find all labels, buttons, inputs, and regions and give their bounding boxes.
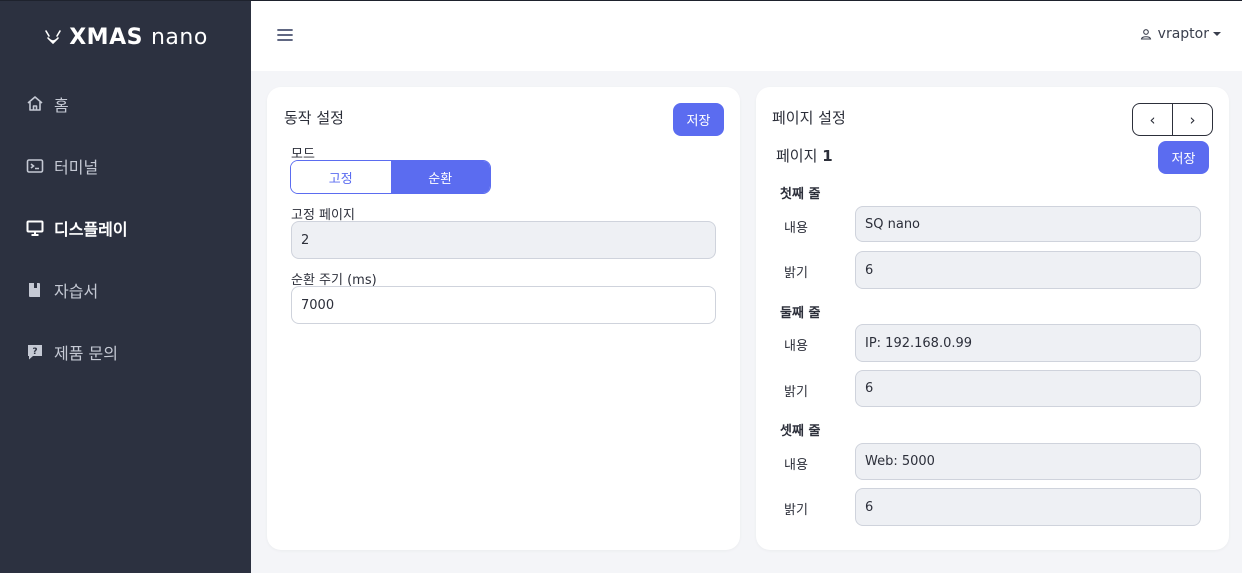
sidebar-item-label: 홈 (54, 96, 69, 115)
card-title: 페이지 설정 (772, 109, 846, 127)
book-icon (26, 281, 44, 299)
mode-option-fixed[interactable]: 고정 (291, 161, 391, 193)
sidebar-item-inquiry[interactable]: ? 제품 문의 (0, 321, 251, 383)
line-3-title: 셋째 줄 (780, 424, 821, 439)
user-name: vraptor (1157, 26, 1209, 42)
line-1-title: 첫째 줄 (780, 187, 821, 202)
sidebar-item-label: 제품 문의 (54, 344, 118, 363)
svg-text:?: ? (32, 347, 37, 357)
next-page-button[interactable]: › (1172, 104, 1212, 135)
chevron-right-icon: › (1189, 110, 1196, 129)
sidebar-item-tutorial[interactable]: 자습서 (0, 259, 251, 321)
chevron-down-icon (1213, 32, 1221, 36)
line-2-content-field[interactable] (855, 324, 1201, 362)
save-page-button[interactable]: 저장 (1158, 141, 1209, 174)
line-3-brightness-label: 밝기 (784, 503, 808, 518)
sidebar-item-label: 자습서 (54, 282, 99, 301)
line-3-brightness-field[interactable] (855, 488, 1201, 526)
line-2-brightness-field[interactable] (855, 370, 1201, 407)
prev-page-button[interactable]: ‹ (1133, 104, 1172, 135)
line-3-content-field[interactable] (855, 443, 1201, 480)
sidebar-item-display[interactable]: 디스플레이 (0, 197, 251, 259)
line-3-content-label: 내용 (784, 458, 808, 473)
line-2-content-label: 내용 (784, 339, 808, 354)
save-operation-button[interactable]: 저장 (673, 103, 724, 136)
home-icon (26, 95, 44, 113)
fixed-page-field[interactable] (291, 221, 716, 259)
sidebar-item-label: 디스플레이 (54, 220, 128, 239)
page-pager: ‹ › (1132, 103, 1213, 136)
user-menu[interactable]: vraptor (1140, 26, 1221, 42)
brand-suffix: nano (150, 24, 208, 50)
line-2-title: 둘째 줄 (780, 306, 821, 321)
monitor-icon (26, 219, 44, 237)
sidebar-item-label: 터미널 (54, 158, 99, 177)
brand[interactable]: XMAS nano (0, 1, 251, 73)
mode-option-cycle[interactable]: 순환 (390, 161, 490, 193)
cycle-period-field[interactable] (291, 286, 716, 324)
card-title: 동작 설정 (284, 109, 344, 127)
line-1-content-label: 내용 (784, 221, 808, 236)
sidebar-nav: 홈 터미널 디스플레이 자습서 ? 제품 문의 (0, 73, 251, 383)
mode-toggle: 고정 순환 (290, 160, 491, 194)
logo-icon (45, 30, 62, 45)
topbar: vraptor (251, 0, 1242, 71)
line-1-content-field[interactable] (855, 206, 1201, 242)
operation-settings-card: 동작 설정 저장 모드 고정 순환 고정 페이지 순환 주기 (ms) (267, 87, 740, 550)
line-1-brightness-label: 밝기 (784, 266, 808, 281)
page-number: 1 (822, 147, 833, 165)
user-icon (1140, 29, 1151, 40)
hamburger-menu-icon[interactable] (276, 26, 294, 44)
terminal-icon (26, 157, 44, 175)
brand-name: XMAS (69, 24, 143, 50)
sidebar: XMAS nano 홈 터미널 디스플레이 자습서 ? 제품 문의 (0, 0, 251, 573)
line-1-brightness-field[interactable] (855, 251, 1201, 289)
sidebar-item-terminal[interactable]: 터미널 (0, 135, 251, 197)
question-chat-icon: ? (26, 343, 44, 361)
line-2-brightness-label: 밝기 (784, 385, 808, 400)
page-settings-card: 페이지 설정 ‹ › 페이지 1 저장 첫째 줄 내용 밝기 둘째 줄 내용 밝… (756, 87, 1229, 550)
sidebar-item-home[interactable]: 홈 (0, 73, 251, 135)
page-heading: 페이지 1 (776, 145, 833, 166)
page-prefix: 페이지 (776, 147, 818, 165)
chevron-left-icon: ‹ (1149, 110, 1156, 129)
